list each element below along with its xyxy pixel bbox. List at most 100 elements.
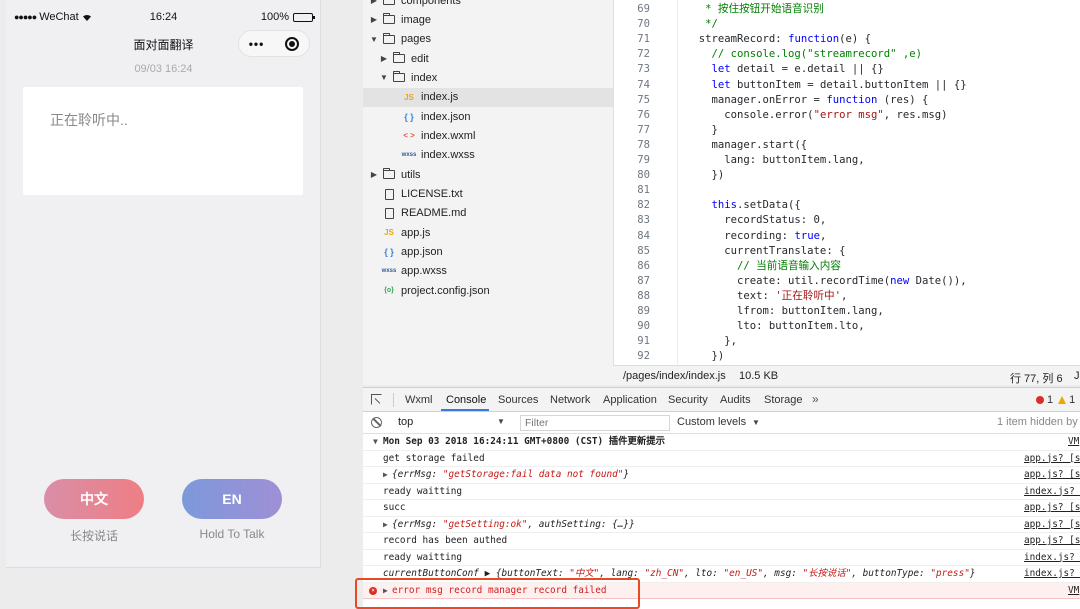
tab-security[interactable]: Security bbox=[668, 394, 708, 406]
code-text: recordStatus: 0, bbox=[686, 214, 827, 227]
chevron-down-icon[interactable]: ▼ bbox=[369, 35, 379, 44]
tab-audits[interactable]: Audits bbox=[720, 394, 751, 406]
log-levels-select[interactable]: Custom levels bbox=[677, 416, 746, 428]
levels-dropdown-icon[interactable]: ▼ bbox=[752, 418, 760, 427]
tab-application[interactable]: Application bbox=[603, 394, 657, 406]
file-tree-item[interactable]: ▼ pages bbox=[363, 30, 613, 49]
context-dropdown-icon[interactable]: ▼ bbox=[497, 417, 505, 426]
log-source-link[interactable]: index.js? [s bbox=[1024, 484, 1080, 500]
code-line[interactable]: 82 this.setData({ bbox=[614, 198, 1080, 213]
code-line[interactable]: 84 recording: true, bbox=[614, 229, 1080, 244]
log-source-link[interactable]: app.js? [s bbox=[1024, 451, 1080, 467]
code-line[interactable]: 73 let detail = e.detail || {} bbox=[614, 62, 1080, 77]
file-tree-item[interactable]: < > index.wxml bbox=[363, 126, 613, 145]
close-icon[interactable] bbox=[274, 31, 309, 56]
chevron-right-icon[interactable]: ▶ bbox=[369, 0, 379, 5]
tab-console[interactable]: Console bbox=[446, 394, 486, 406]
code-line[interactable]: 86 // 当前语音输入内容 bbox=[614, 259, 1080, 274]
console-log-row[interactable]: ready waitting index.js? [s bbox=[363, 484, 1080, 500]
log-source-link[interactable]: VM bbox=[1068, 434, 1079, 450]
code-line[interactable]: 88 text: '正在聆听中', bbox=[614, 289, 1080, 304]
log-source-link[interactable]: app.js? [s bbox=[1024, 517, 1080, 533]
code-line[interactable]: 91 }, bbox=[614, 334, 1080, 349]
code-line[interactable]: 87 create: util.recordTime(new Date()), bbox=[614, 274, 1080, 289]
code-line[interactable]: 89 lfrom: buttonItem.lang, bbox=[614, 304, 1080, 319]
context-select[interactable]: top bbox=[398, 416, 510, 430]
line-number: 70 bbox=[637, 18, 650, 31]
file-tree-item[interactable]: README.md bbox=[363, 204, 613, 223]
file-tree-item[interactable]: LICENSE.txt bbox=[363, 185, 613, 204]
code-line[interactable]: 80 }) bbox=[614, 168, 1080, 183]
file-tree-item[interactable]: ▶ components bbox=[363, 0, 613, 10]
console-log-row[interactable]: succ app.js? [s bbox=[363, 500, 1080, 517]
code-line[interactable]: 72 // console.log("streamrecord" ,e) bbox=[614, 47, 1080, 62]
config-file-icon: {o} bbox=[382, 285, 396, 297]
console-log-row[interactable]: record has been authed app.js? [s bbox=[363, 533, 1080, 550]
cursor-position[interactable]: 行 77, 列 6 bbox=[1010, 370, 1063, 386]
file-tree-item[interactable]: ▼ index bbox=[363, 68, 613, 87]
code-line[interactable]: 79 lang: buttonItem.lang, bbox=[614, 153, 1080, 168]
file-tree-item[interactable]: JS app.js bbox=[363, 223, 613, 242]
log-message: {errMsg: "getSetting:ok", authSetting: {… bbox=[392, 518, 635, 530]
console-log-row[interactable]: get storage failed app.js? [s bbox=[363, 451, 1080, 467]
line-number: 71 bbox=[637, 33, 650, 46]
issue-counter[interactable]: 1 1 bbox=[1036, 394, 1075, 406]
file-tree-item[interactable]: { } app.json bbox=[363, 243, 613, 262]
code-line[interactable]: 83 recordStatus: 0, bbox=[614, 213, 1080, 228]
code-line[interactable]: 81 bbox=[614, 183, 1080, 198]
inspect-element-icon[interactable] bbox=[371, 394, 382, 405]
english-talk-button[interactable]: EN bbox=[182, 479, 282, 519]
console-log-row[interactable]: ▼ Mon Sep 03 2018 16:24:11 GMT+0800 (CST)… bbox=[363, 434, 1080, 451]
language-mode[interactable]: J bbox=[1074, 370, 1080, 382]
tab-storage[interactable]: Storage bbox=[764, 394, 803, 406]
chevron-down-icon[interactable]: ▼ bbox=[379, 73, 389, 82]
file-tree-item[interactable]: ▶ image bbox=[363, 10, 613, 29]
chevron-right-icon[interactable]: ▶ bbox=[383, 517, 388, 533]
code-line[interactable]: 74 let buttonItem = detail.buttonItem ||… bbox=[614, 78, 1080, 93]
log-source-link[interactable]: app.js? [s bbox=[1024, 467, 1080, 483]
file-tree-item[interactable]: wxss index.wxss bbox=[363, 146, 613, 165]
tab-sources[interactable]: Sources bbox=[498, 394, 538, 406]
chevron-down-icon[interactable]: ▼ bbox=[373, 434, 378, 450]
code-line[interactable]: 69 * 按住按钮开始语音识别 bbox=[614, 2, 1080, 17]
code-line[interactable]: 76 console.error("error msg", res.msg) bbox=[614, 108, 1080, 123]
code-line[interactable]: 92 }) bbox=[614, 349, 1080, 364]
file-tree-item[interactable]: {o} project.config.json bbox=[363, 281, 613, 300]
log-source-link[interactable]: app.js? [s bbox=[1024, 533, 1080, 549]
log-source-link[interactable]: index.js? [s bbox=[1024, 566, 1080, 582]
js-glyph: JS bbox=[404, 92, 414, 102]
code-editor[interactable]: 69 * 按住按钮开始语音识别 70 */71 streamRecord: fun… bbox=[613, 0, 1080, 365]
tab-wxml[interactable]: Wxml bbox=[405, 394, 433, 406]
code-line[interactable]: 78 manager.start({ bbox=[614, 138, 1080, 153]
log-source-link[interactable]: VM bbox=[1068, 583, 1079, 599]
error-icon bbox=[1036, 396, 1044, 404]
log-source-link[interactable]: index.js? [s bbox=[1024, 550, 1080, 566]
console-log-row[interactable]: ▶ {errMsg: "getStorage:fail data not foun… bbox=[363, 467, 1080, 484]
chevron-right-icon[interactable]: ▶ bbox=[369, 170, 379, 179]
more-tabs-icon[interactable]: » bbox=[812, 392, 819, 406]
console-log-row[interactable]: ready waitting index.js? [s bbox=[363, 550, 1080, 566]
chevron-right-icon[interactable]: ▶ bbox=[369, 15, 379, 24]
filter-input[interactable] bbox=[520, 415, 670, 431]
console-log-row[interactable]: ▶ {errMsg: "getSetting:ok", authSetting: … bbox=[363, 517, 1080, 533]
file-tree-item[interactable]: { } index.json bbox=[363, 107, 613, 126]
line-number: 91 bbox=[637, 335, 650, 348]
code-line[interactable]: 71 streamRecord: function(e) { bbox=[614, 32, 1080, 47]
file-tree-item[interactable]: ▶ utils bbox=[363, 165, 613, 184]
code-line[interactable]: 85 currentTranslate: { bbox=[614, 244, 1080, 259]
code-line[interactable]: 70 */ bbox=[614, 17, 1080, 32]
chevron-right-icon[interactable]: ▶ bbox=[379, 54, 389, 63]
code-line[interactable]: 77 } bbox=[614, 123, 1080, 138]
file-tree-item[interactable]: wxss app.wxss bbox=[363, 262, 613, 281]
clear-console-icon[interactable] bbox=[371, 417, 382, 428]
line-number: 89 bbox=[637, 305, 650, 317]
log-source-link[interactable]: app.js? [s bbox=[1024, 500, 1080, 516]
code-line[interactable]: 90 lto: buttonItem.lto, bbox=[614, 319, 1080, 334]
code-line[interactable]: 75 manager.onError = function (res) { bbox=[614, 93, 1080, 108]
file-tree-item[interactable]: JS index.js bbox=[363, 87, 613, 107]
more-icon[interactable]: ••• bbox=[239, 31, 274, 56]
tab-network[interactable]: Network bbox=[550, 394, 590, 406]
chinese-talk-button[interactable]: 中文 bbox=[44, 479, 144, 519]
file-tree-item[interactable]: ▶ edit bbox=[363, 49, 613, 68]
chevron-right-icon[interactable]: ▶ bbox=[383, 467, 388, 483]
